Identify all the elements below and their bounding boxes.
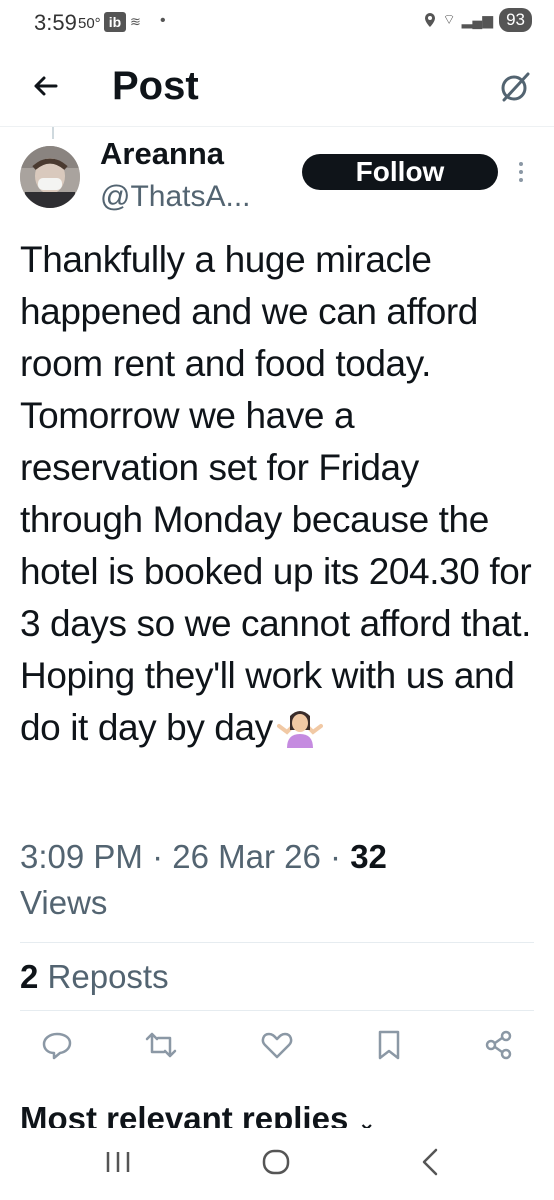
avatar[interactable]	[20, 146, 80, 208]
signal-icon: ▂▄▆	[461, 11, 494, 28]
repost-icon[interactable]	[144, 1028, 178, 1062]
wifi-off-icon: ≋	[130, 14, 141, 29]
post-time: 3:09 PM	[20, 838, 143, 875]
back-nav-icon[interactable]	[412, 1144, 448, 1180]
status-time: 3:59	[34, 10, 77, 35]
page-title: Post	[112, 64, 199, 108]
author-handle[interactable]: @ThatsA...	[100, 180, 251, 214]
views-label: Views	[20, 884, 108, 921]
top-app-bar: Post	[0, 52, 554, 127]
replies-heading[interactable]: Most relevant replies ⌄	[20, 1100, 376, 1130]
post-body: Thankfully a huge miracle happened and w…	[20, 239, 542, 748]
reposts-label: Reposts	[47, 958, 169, 995]
more-options-icon[interactable]	[516, 160, 526, 184]
divider	[20, 1010, 534, 1011]
chevron-down-icon: ⌄	[357, 1110, 376, 1130]
reposts-count: 2	[20, 958, 39, 995]
share-icon[interactable]	[482, 1028, 516, 1062]
status-right: ⌔ ▂▄▆ 93	[424, 8, 532, 32]
bookmark-icon[interactable]	[372, 1028, 406, 1062]
reply-icon[interactable]	[40, 1028, 74, 1062]
home-icon[interactable]	[258, 1144, 294, 1180]
reposts-stat[interactable]: 2 Reposts	[20, 958, 169, 996]
status-bar: 3:59 50° ib ≋ • ⌔ ▂▄▆ 93	[0, 0, 554, 52]
like-icon[interactable]	[260, 1028, 294, 1062]
thread-line	[52, 127, 54, 139]
ib-app-icon: ib	[104, 12, 126, 32]
post-text: Thankfully a huge miracle happened and w…	[20, 234, 540, 754]
location-icon	[425, 13, 436, 27]
replies-heading-label: Most relevant replies	[20, 1100, 349, 1130]
post-meta: 3:09 PM · 26 Mar 26 · 32 Views	[20, 834, 540, 926]
follow-button[interactable]: Follow	[302, 154, 498, 190]
action-bar	[0, 1028, 554, 1068]
arrow-left-icon[interactable]	[26, 66, 66, 106]
divider	[20, 942, 534, 943]
meta-separator: ·	[330, 838, 351, 875]
battery-indicator: 93	[499, 8, 532, 32]
views-count: 32	[350, 838, 387, 875]
meta-separator: ·	[152, 838, 173, 875]
status-temperature: 50°	[78, 15, 101, 32]
dot-icon: •	[160, 12, 166, 29]
system-nav-bar	[0, 1128, 554, 1200]
grok-icon[interactable]	[498, 70, 532, 104]
person-shrugging-emoji	[276, 711, 323, 748]
wifi-icon: ⌔	[442, 11, 456, 27]
post-date: 26 Mar 26	[172, 838, 321, 875]
recent-apps-icon[interactable]	[100, 1144, 136, 1180]
author-name[interactable]: Areanna	[100, 136, 224, 172]
